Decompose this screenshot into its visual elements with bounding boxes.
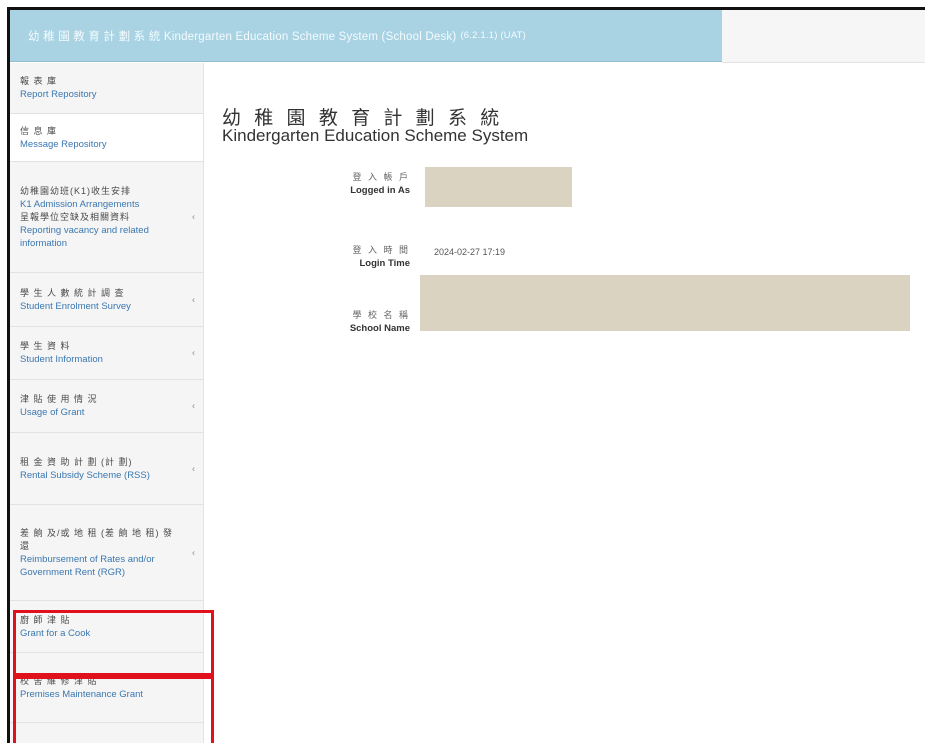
sidebar-item-k1-admission[interactable]: 幼稚園幼班(K1)收生安排 K1 Admission Arrangements … xyxy=(10,162,203,273)
chevron-left-icon: ‹ xyxy=(192,463,195,473)
sidebar-item-student-enrolment-survey[interactable]: 學 生 人 數 統 計 調 查 Student Enrolment Survey… xyxy=(10,273,203,327)
app-version: (6.2.1.1) (UAT) xyxy=(460,30,527,41)
sidebar-item-grant-for-a-cook[interactable]: 廚 師 津 貼 Grant for a Cook xyxy=(10,601,203,653)
logged-in-as-value-redacted xyxy=(425,167,572,207)
sidebar-item-reimbursement-rates[interactable]: 差 餉 及/或 地 租 (差 餉 地 租) 發 還 Reimbursement … xyxy=(10,505,203,601)
main-content: 幼 稚 園 教 育 計 劃 系 統 Kindergarten Education… xyxy=(204,63,925,743)
sidebar-nav: 報 表 庫 Report Repository 信 息 庫 Message Re… xyxy=(10,63,204,743)
sidebar-item-premises-maintenance-grant[interactable]: 校 舍 維 修 津 貼 Premises Maintenance Grant xyxy=(10,653,203,723)
login-time-label: 登 入 時 間 Login Time xyxy=(352,245,410,269)
app-window: 幼 稚 園 教 育 計 劃 系 統 Kindergarten Education… xyxy=(7,7,925,743)
chevron-left-icon: ‹ xyxy=(192,294,195,304)
chevron-left-icon: ‹ xyxy=(192,347,195,358)
sidebar-item-report-repository[interactable]: 報 表 庫 Report Repository xyxy=(10,63,203,114)
sidebar-item-rental-subsidy-scheme[interactable]: 租 金 資 助 計 劃 (計 劃) Rental Subsidy Scheme … xyxy=(10,433,203,505)
header-extension xyxy=(722,10,925,63)
school-name-value-redacted xyxy=(420,275,910,331)
sidebar-item-message-repository[interactable]: 信 息 庫 Message Repository xyxy=(10,114,203,162)
chevron-left-icon: ‹ xyxy=(192,400,195,411)
chevron-left-icon: ‹ xyxy=(192,547,195,557)
login-time-value: 2024-02-27 17:19 xyxy=(434,247,506,257)
sidebar-item-usage-of-grant[interactable]: 津 貼 使 用 情 況 Usage of Grant ‹ xyxy=(10,380,203,433)
chevron-left-icon: ‹ xyxy=(192,211,195,222)
app-title: 幼 稚 園 教 育 計 劃 系 統 Kindergarten Education… xyxy=(28,30,457,43)
school-name-label: 學 校 名 稱 School Name xyxy=(349,310,410,334)
page-title: Kindergarten Education Scheme System xyxy=(222,126,529,145)
logged-in-as-label: 登 入 帳 戶 Logged in As xyxy=(350,172,410,196)
app-header: 幼 稚 園 教 育 計 劃 系 統 Kindergarten Education… xyxy=(10,10,722,62)
sidebar-item-student-information[interactable]: 學 生 資 料 Student Information ‹ xyxy=(10,327,203,380)
